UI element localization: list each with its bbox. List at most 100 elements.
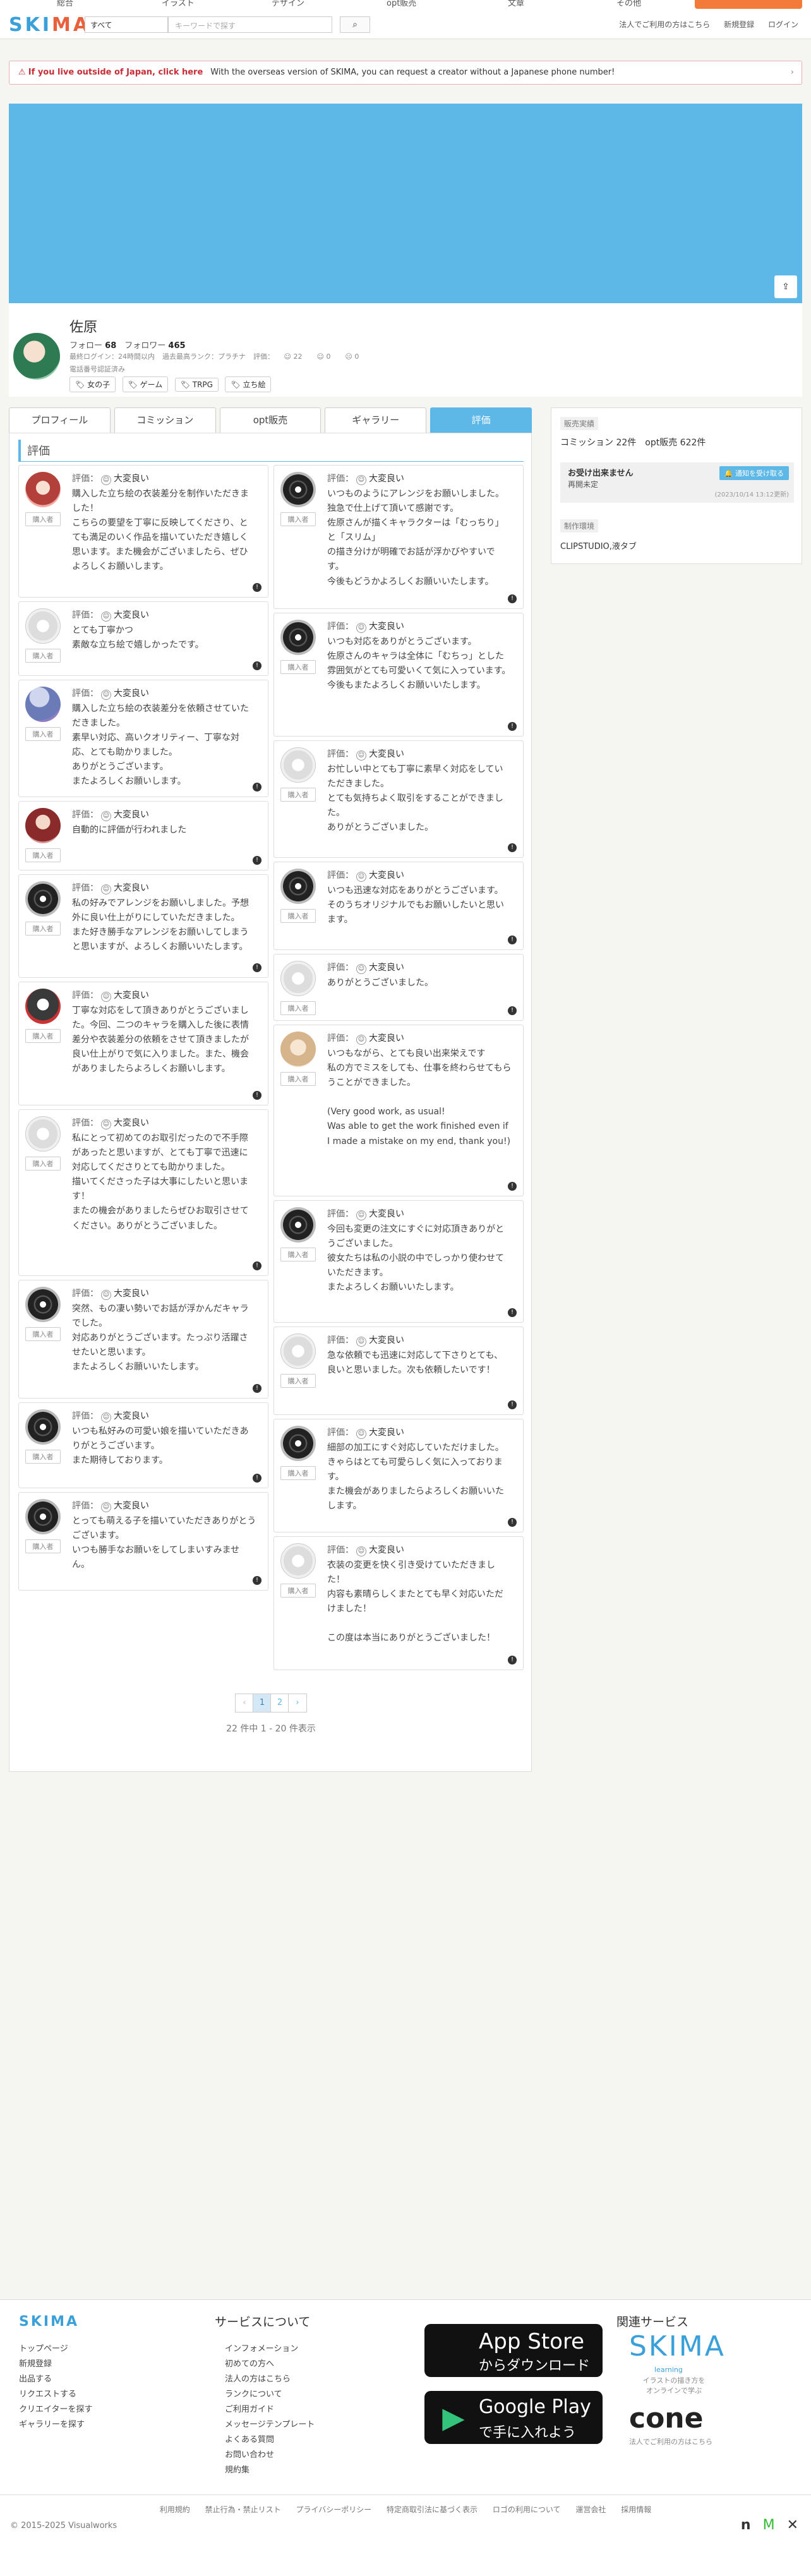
- footer-link[interactable]: 新規登録: [19, 2357, 92, 2372]
- nav-item[interactable]: 総合: [57, 0, 73, 8]
- overseas-notice[interactable]: ⚠ If you live outside of Japan, click he…: [9, 61, 802, 85]
- footer-link[interactable]: 運営会社: [575, 2505, 606, 2514]
- page-1[interactable]: 1: [253, 1694, 272, 1712]
- report-icon[interactable]: !: [508, 1006, 517, 1015]
- report-icon[interactable]: !: [508, 1518, 517, 1527]
- report-icon[interactable]: !: [508, 1308, 517, 1317]
- reviewer-avatar[interactable]: [280, 1207, 316, 1243]
- footer-link[interactable]: 利用規約: [160, 2505, 190, 2514]
- note-icon[interactable]: n: [741, 2517, 751, 2533]
- footer-link[interactable]: トップページ: [19, 2342, 92, 2357]
- footer-link[interactable]: 規約集: [225, 2463, 315, 2478]
- footer-link[interactable]: ギャラリーを探す: [19, 2417, 92, 2433]
- report-icon[interactable]: !: [508, 843, 517, 852]
- footer-link[interactable]: 初めての方へ: [225, 2357, 315, 2372]
- report-icon[interactable]: !: [508, 1182, 517, 1191]
- report-icon[interactable]: !: [253, 1261, 261, 1270]
- footer-link[interactable]: よくある質問: [225, 2433, 315, 2448]
- app-store-button[interactable]: App Store からダウンロード: [424, 2324, 603, 2377]
- footer-link[interactable]: ご利用ガイド: [225, 2402, 315, 2417]
- reviewer-avatar[interactable]: [25, 808, 61, 843]
- footer-link[interactable]: プライバシーポリシー: [296, 2505, 371, 2514]
- report-icon[interactable]: !: [508, 936, 517, 944]
- post-button[interactable]: [695, 0, 802, 9]
- reviewer-avatar[interactable]: [280, 1032, 316, 1067]
- tag[interactable]: 🏷 立ち絵: [225, 376, 272, 392]
- footer-link[interactable]: リクエストする: [19, 2387, 92, 2402]
- reviewer-avatar[interactable]: [25, 881, 61, 917]
- search-button[interactable]: ⌕: [340, 16, 370, 33]
- footer-link[interactable]: 法人の方はこちら: [225, 2372, 315, 2387]
- reviewer-avatar[interactable]: [25, 687, 61, 722]
- google-play-button[interactable]: ▶ Google Play で手に入れよう: [424, 2391, 603, 2444]
- prev-page[interactable]: ‹: [235, 1694, 254, 1712]
- report-icon[interactable]: !: [253, 1474, 261, 1483]
- login-link[interactable]: ログイン: [768, 20, 798, 29]
- tag[interactable]: 🏷 TRPG: [174, 378, 219, 392]
- footer-link[interactable]: ランクについて: [225, 2387, 315, 2402]
- report-icon[interactable]: !: [508, 1400, 517, 1409]
- nav-item[interactable]: その他: [616, 0, 641, 8]
- cone-logo[interactable]: cone: [629, 2402, 703, 2435]
- site-logo[interactable]: SKIMA: [9, 14, 90, 36]
- footer-link[interactable]: お問い合わせ: [225, 2448, 315, 2463]
- reviewer-avatar[interactable]: [25, 1287, 61, 1322]
- next-page[interactable]: ›: [288, 1694, 307, 1712]
- skima-learning-logo[interactable]: SKIMA: [629, 2330, 726, 2362]
- report-icon[interactable]: !: [253, 583, 261, 592]
- reviewer-avatar[interactable]: [25, 1499, 61, 1534]
- reviewer-avatar[interactable]: [25, 1409, 61, 1445]
- reviewer-avatar[interactable]: [25, 608, 61, 644]
- reviewer-avatar[interactable]: [280, 472, 316, 507]
- footer-link[interactable]: インフォメーション: [225, 2342, 315, 2357]
- footer-link[interactable]: 出品する: [19, 2372, 92, 2387]
- tag[interactable]: 🏷 女の子: [69, 376, 116, 392]
- tab-profile[interactable]: プロフィール: [9, 407, 111, 433]
- corporate-link[interactable]: 法人でご利用の方はこちら: [619, 20, 710, 29]
- reviewer-avatar[interactable]: [25, 989, 61, 1024]
- report-icon[interactable]: !: [253, 963, 261, 972]
- search-input[interactable]: キーワードで探す: [168, 16, 332, 33]
- mastodon-icon[interactable]: M: [763, 2517, 775, 2533]
- reviewer-avatar[interactable]: [280, 1333, 316, 1369]
- footer-link[interactable]: メッセージテンプレート: [225, 2417, 315, 2433]
- report-icon[interactable]: !: [253, 1576, 261, 1585]
- reviewer-avatar[interactable]: [280, 1543, 316, 1579]
- report-icon[interactable]: !: [508, 722, 517, 731]
- nav-item[interactable]: イラスト: [162, 0, 195, 8]
- tab-commission[interactable]: コミッション: [114, 407, 216, 433]
- reviewer-avatar[interactable]: [280, 961, 316, 996]
- footer-logo[interactable]: SKIMA: [19, 2314, 79, 2330]
- reviewer-avatar[interactable]: [25, 1116, 61, 1152]
- footer-link[interactable]: 禁止行為・禁止リスト: [205, 2505, 281, 2514]
- x-icon[interactable]: ✕: [787, 2517, 798, 2533]
- footer-link[interactable]: 特定商取引法に基づく表示: [387, 2505, 478, 2514]
- reviewer-avatar[interactable]: [25, 472, 61, 507]
- signup-link[interactable]: 新規登録: [724, 20, 754, 29]
- tag[interactable]: 🏷 ゲーム: [122, 376, 169, 392]
- footer-link[interactable]: ロゴの利用について: [493, 2505, 561, 2514]
- report-icon[interactable]: !: [253, 1384, 261, 1393]
- notify-button[interactable]: 🔔 通知を受け取る: [719, 466, 789, 480]
- reviewer-avatar[interactable]: [280, 869, 316, 904]
- nav-item[interactable]: 文章: [508, 0, 524, 8]
- tab-gallery[interactable]: ギャラリー: [325, 407, 427, 433]
- search-category-select[interactable]: すべて: [85, 16, 168, 33]
- tab-opt[interactable]: opt販売: [219, 407, 321, 433]
- report-icon[interactable]: !: [253, 783, 261, 791]
- page-2[interactable]: 2: [270, 1694, 289, 1712]
- reviewer-avatar[interactable]: [280, 1426, 316, 1461]
- reviewer-avatar[interactable]: [280, 747, 316, 783]
- report-icon[interactable]: !: [253, 856, 261, 865]
- report-icon[interactable]: !: [253, 661, 261, 670]
- report-icon[interactable]: !: [508, 1656, 517, 1664]
- reviewer-avatar[interactable]: [280, 620, 316, 655]
- tab-reviews[interactable]: 評価: [430, 407, 532, 433]
- nav-item[interactable]: opt販売: [387, 0, 416, 8]
- report-icon[interactable]: !: [508, 594, 517, 603]
- footer-link[interactable]: 採用情報: [621, 2505, 651, 2514]
- report-icon[interactable]: !: [253, 1091, 261, 1100]
- nav-item[interactable]: デザイン: [272, 0, 304, 8]
- share-icon[interactable]: ⇪: [774, 275, 797, 298]
- footer-link[interactable]: クリエイターを探す: [19, 2402, 92, 2417]
